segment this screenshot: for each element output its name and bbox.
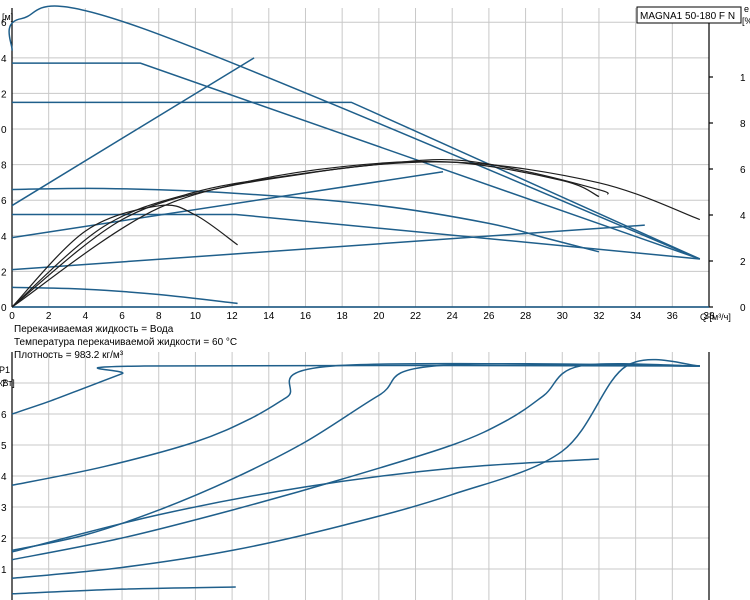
x-tick-label: 24 [447,311,459,322]
model-name: MAGNA1 50-180 F N [640,11,735,22]
power-curve [11,586,236,595]
x-tick-label: 28 [520,311,532,322]
x-tick-label: 10 [190,311,202,322]
head-curves-group [8,5,709,308]
head-tick-label: 4 [1,232,7,243]
head-tick-label: 6 [1,196,7,207]
power-tick-label: 2 [1,534,7,545]
x-tick-label: 8 [156,311,162,322]
x-tick-label: 16 [300,311,312,322]
density-text: Плотность = 983.2 кг/м³ [14,350,124,361]
fluid-info: Перекачиваемая жидкость = Вода Температу… [14,323,237,362]
head-tick-label: 2 [1,267,7,278]
x-tick-label: 32 [593,311,605,322]
head-axis-unit: [м] [2,12,13,22]
power-curves-group [11,358,700,595]
efficiency-tick-label: 6 [740,165,746,176]
x-tick-label: 30 [557,311,569,322]
power-curve [11,363,700,561]
x-tick-label: 6 [119,311,125,322]
fluid-text: Перекачиваемая жидкость = Вода [14,324,174,335]
power-axis-label: P1 [0,365,10,375]
power-tick-label: 3 [1,503,7,514]
x-tick-label: 36 [667,311,679,322]
x-tick-label: 0 [9,311,15,322]
power-tick-label: 5 [1,441,7,452]
x-tick-label: 22 [410,311,422,322]
efficiency-tick-label: 0 [740,303,746,314]
system-curve [11,224,645,271]
efficiency-axis-unit: [%] [742,16,750,26]
power-axis-unit: [кВт] [0,378,15,388]
efficiency-tick-label: 4 [740,211,746,222]
power-curve [11,358,700,580]
head-tick-label: 0 [1,125,7,136]
power-tick-label: 1 [1,565,7,576]
head-curve [11,286,238,305]
x-tick-label: 12 [227,311,239,322]
x-tick-label: 20 [373,311,385,322]
power-tick-label: 6 [1,410,7,421]
power-curve [11,362,700,487]
x-tick-label: 2 [46,311,52,322]
head-tick-label: 4 [1,54,7,65]
efficiency-curve [11,161,701,308]
model-label: MAGNA1 50-180 F N [636,6,742,24]
head-tick-label: 2 [1,89,7,100]
efficiency-tick-label: 8 [740,119,746,130]
pump-performance-chart: 0 2 4 6 8 10 12 14 16 18 20 22 24 26 28 30 32 34 36 3802468… [0,4,750,600]
head-tick-label: 8 [1,161,7,172]
flow-axis-label: Q [м³/ч] [700,312,731,322]
x-tick-label: 4 [83,311,89,322]
x-tick-label: 26 [483,311,495,322]
efficiency-axis-label: e [744,4,749,14]
power-tick-label: 4 [1,472,7,483]
x-tick-label: 34 [630,311,642,322]
head-curve [12,62,701,260]
x-tick-label: 14 [263,311,275,322]
efficiency-tick-label: 1 [740,73,746,84]
head-tick-label: 0 [1,303,7,314]
efficiency-tick-label: 2 [740,257,746,268]
temperature-text: Температура перекачиваемой жидкости = 60… [14,337,238,348]
x-tick-label: 18 [337,311,349,322]
